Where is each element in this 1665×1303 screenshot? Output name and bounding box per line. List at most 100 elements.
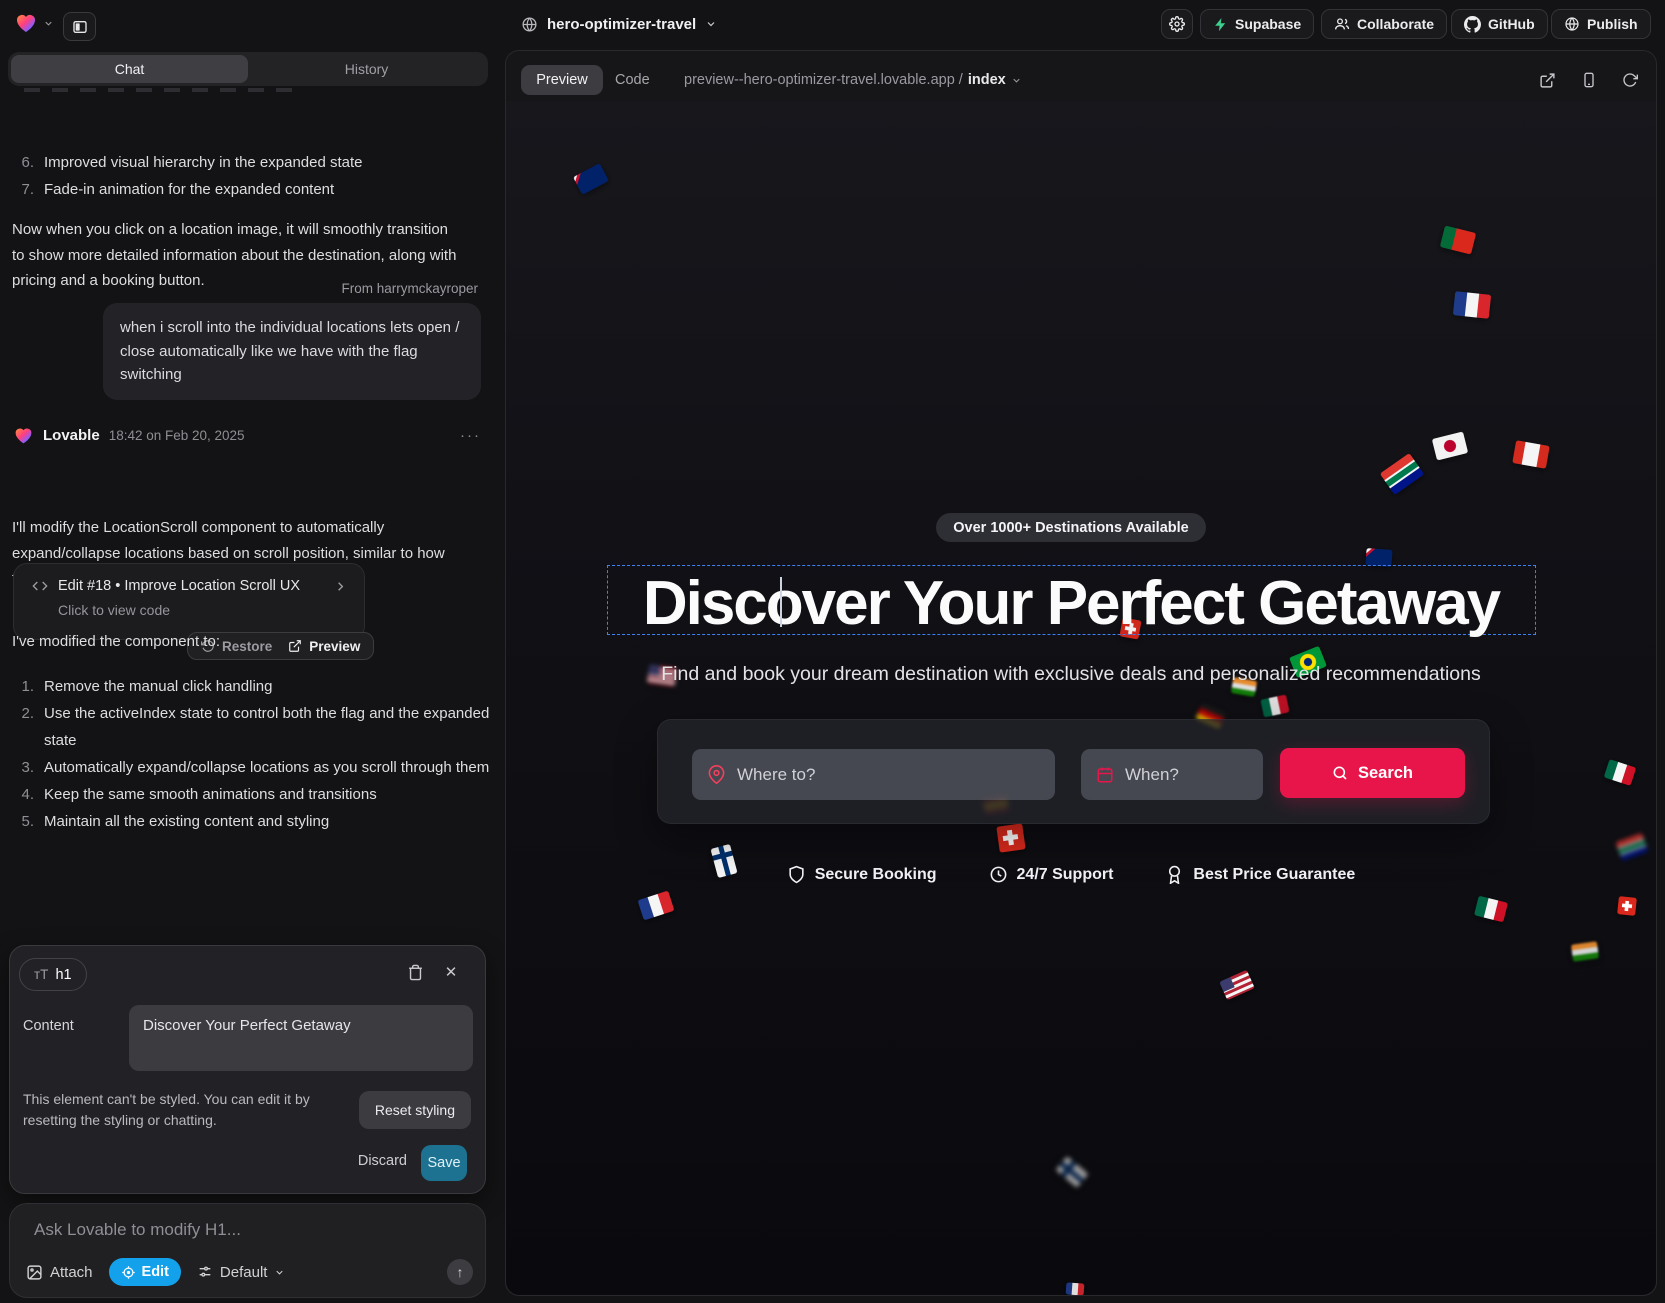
flag-india-2	[1571, 941, 1599, 961]
tab-history[interactable]: History	[248, 55, 485, 83]
search-icon	[1332, 765, 1348, 781]
chevron-down-icon	[1011, 75, 1022, 86]
collaborate-label: Collaborate	[1357, 16, 1434, 32]
preview-version-button[interactable]: Preview	[288, 639, 360, 654]
flag-france-2	[638, 891, 675, 921]
location-pin-icon	[707, 765, 726, 784]
tab-preview[interactable]: Preview	[521, 65, 603, 95]
sliders-icon	[197, 1264, 213, 1280]
sidebar-panel-icon	[72, 19, 88, 35]
flag-mexico	[1260, 694, 1289, 717]
gear-icon	[1169, 16, 1185, 32]
calendar-icon	[1096, 766, 1114, 784]
search-card: Search	[657, 719, 1490, 824]
image-icon	[26, 1264, 43, 1281]
collaborate-button[interactable]: Collaborate	[1321, 9, 1447, 39]
list-item: 1.Remove the manual click handling	[12, 673, 492, 700]
where-input[interactable]	[737, 765, 1040, 785]
destination-field[interactable]	[692, 749, 1055, 800]
url-page: index	[968, 72, 1006, 88]
github-label: GitHub	[1488, 16, 1535, 32]
hero-heading[interactable]: Discover Your Perfect Getaway	[506, 568, 1636, 639]
supabase-bolt-icon	[1213, 17, 1228, 32]
list-item: 5.Maintain all the existing content and …	[12, 808, 492, 835]
award-icon	[1165, 865, 1184, 884]
flag-canada	[1512, 440, 1549, 469]
chat-prompt-box: Attach Edit Default ↑	[9, 1203, 486, 1298]
shield-icon	[787, 865, 806, 884]
clipped-text-row	[24, 88, 292, 92]
hero-subtitle: Find and book your dream destination wit…	[506, 663, 1636, 686]
more-menu-icon[interactable]: ···	[460, 427, 481, 444]
feature-badges: Secure Booking 24/7 Support Best Price G…	[506, 865, 1636, 884]
delete-element-button[interactable]	[403, 960, 427, 984]
date-field[interactable]	[1081, 749, 1263, 800]
close-panel-button[interactable]: ✕	[439, 960, 463, 984]
chevron-down-icon	[43, 18, 54, 29]
supabase-button[interactable]: Supabase	[1200, 9, 1314, 39]
preview-panel: Preview Code preview--hero-optimizer-tra…	[505, 50, 1657, 1296]
project-switcher[interactable]: hero-optimizer-travel	[521, 0, 717, 48]
styling-note: This element can't be styled. You can ed…	[23, 1089, 341, 1131]
send-button[interactable]: ↑	[447, 1259, 473, 1285]
flag-australia	[573, 163, 609, 195]
content-field[interactable]: Discover Your Perfect Getaway	[129, 1005, 473, 1071]
numbered-list-top: 6. Improved visual hierarchy in the expa…	[12, 149, 492, 203]
tab-code[interactable]: Code	[615, 65, 650, 95]
assistant-paragraph: I've modified the component to:	[12, 629, 220, 655]
heart-logo-icon	[13, 425, 34, 446]
save-button[interactable]: Save	[421, 1145, 467, 1181]
discard-button[interactable]: Discard	[358, 1153, 407, 1169]
github-button[interactable]: GitHub	[1451, 9, 1548, 39]
publish-button[interactable]: Publish	[1551, 9, 1651, 39]
flag-mexico-2	[1474, 896, 1508, 923]
reset-styling-button[interactable]: Reset styling	[359, 1091, 471, 1129]
flag-mexico-right	[1604, 759, 1637, 786]
attach-button[interactable]: Attach	[26, 1264, 93, 1281]
settings-button[interactable]	[1161, 9, 1193, 39]
github-icon	[1464, 16, 1481, 33]
tab-chat[interactable]: Chat	[11, 55, 248, 83]
mobile-view-icon[interactable]	[1581, 72, 1597, 88]
preview-url[interactable]: preview--hero-optimizer-travel.lovable.a…	[684, 65, 1022, 95]
project-name: hero-optimizer-travel	[547, 16, 696, 33]
open-in-new-tab-icon[interactable]	[1539, 72, 1556, 89]
content-field-label: Content	[23, 1018, 74, 1034]
flag-switzerland-2	[996, 823, 1025, 852]
element-editor-panel: тT h1 ✕ Content Discover Your Perfect Ge…	[9, 945, 486, 1194]
flag-japan	[1432, 431, 1468, 460]
refresh-icon[interactable]	[1622, 72, 1638, 88]
lovable-logo[interactable]	[14, 11, 54, 35]
close-icon: ✕	[445, 963, 458, 981]
element-tag-badge: тT h1	[19, 958, 87, 991]
search-button[interactable]: Search	[1280, 748, 1465, 798]
globe-icon	[1564, 16, 1580, 32]
sidebar-toggle-button[interactable]	[63, 12, 96, 41]
flag-switzerland-3	[1617, 896, 1637, 916]
clock-icon	[989, 865, 1008, 884]
feature-support: 24/7 Support	[989, 865, 1114, 884]
url-prefix: preview--hero-optimizer-travel.lovable.a…	[684, 72, 963, 88]
external-link-icon	[288, 639, 302, 653]
chevron-right-icon	[333, 579, 348, 594]
flag-france-3	[1066, 1282, 1085, 1295]
flag-finland-blurred	[1055, 1156, 1088, 1188]
edit-card-title: Edit #18 • Improve Location Scroll UX	[58, 578, 300, 594]
element-tag-label: h1	[55, 967, 71, 983]
chevron-down-icon	[274, 1267, 285, 1278]
text-caret	[780, 577, 782, 627]
flag-portugal	[1440, 225, 1476, 254]
assistant-name: Lovable	[43, 427, 100, 444]
chat-sidebar: Chat History 6. Improved visual hierarch…	[0, 48, 496, 1303]
publish-label: Publish	[1587, 16, 1638, 32]
mode-selector[interactable]: Default	[197, 1264, 286, 1281]
when-input[interactable]	[1125, 765, 1248, 785]
flag-usa-2	[1219, 970, 1255, 1000]
feature-best-price: Best Price Guarantee	[1165, 865, 1355, 884]
edit-mode-button[interactable]: Edit	[109, 1258, 181, 1286]
assistant-message-header: Lovable 18:42 on Feb 20, 2025 ···	[13, 425, 481, 446]
trash-icon	[407, 964, 424, 981]
chat-prompt-input[interactable]	[34, 1220, 454, 1240]
list-item: 7. Fade-in animation for the expanded co…	[12, 176, 492, 203]
sidebar-tabs: Chat History	[8, 52, 488, 86]
